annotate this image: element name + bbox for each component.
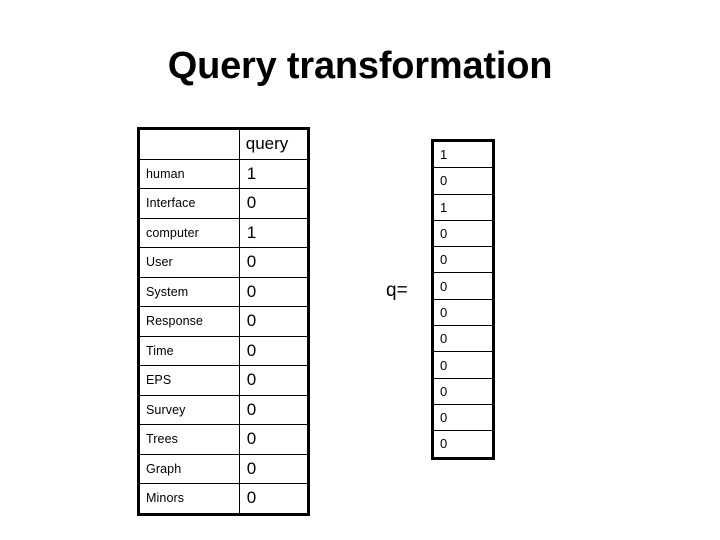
term-cell: System: [138, 276, 240, 307]
query-vector-cell: 0: [432, 219, 494, 248]
table-row: User 0: [138, 247, 310, 278]
term-cell: EPS: [138, 365, 240, 396]
term-value-cell: 0: [238, 424, 310, 455]
column-header-query: query: [238, 128, 310, 160]
table-row: Survey 0: [138, 394, 310, 425]
table-row: Graph 0: [138, 453, 310, 484]
term-value-cell: 0: [238, 276, 310, 307]
query-vector-cell: 0: [432, 246, 494, 274]
query-vector-label: q=: [386, 280, 408, 301]
query-vector-row: 0: [432, 351, 494, 379]
term-cell: Time: [138, 335, 240, 366]
term-cell: Minors: [138, 483, 240, 515]
query-vector-row: 0: [432, 298, 494, 327]
term-value-cell: 0: [238, 483, 310, 515]
query-vector: 101000000000: [431, 139, 495, 460]
term-value-cell: 0: [238, 365, 310, 396]
term-query-matrix: query human 1 Interface 0 computer 1 User 0 Syst…: [137, 127, 310, 516]
term-cell: Interface: [138, 188, 240, 219]
term-value-cell: 0: [238, 188, 310, 219]
term-value-cell: 0: [238, 335, 310, 366]
query-vector-row: 1: [432, 193, 494, 221]
term-cell: Survey: [138, 394, 240, 425]
query-vector-cell: 0: [432, 403, 494, 432]
table-row: Response 0: [138, 306, 310, 337]
term-cell: Trees: [138, 424, 240, 455]
query-vector-row: 0: [432, 246, 494, 274]
page-title: Query transformation: [167, 45, 553, 87]
term-value-cell: 0: [238, 394, 310, 425]
query-vector-row: 0: [432, 430, 494, 459]
query-vector-cell: 0: [432, 430, 494, 459]
table-row: Trees 0: [138, 424, 310, 455]
query-vector-cell: 0: [432, 377, 494, 405]
query-vector-row: 0: [432, 167, 494, 195]
table-row: Minors 0: [138, 483, 310, 515]
term-cell: human: [138, 158, 240, 189]
query-vector-cell: 1: [432, 193, 494, 221]
query-vector-cell: 0: [432, 351, 494, 379]
term-value-cell: 1: [238, 158, 310, 189]
query-vector-cell: 0: [432, 167, 494, 195]
query-vector-row: 0: [432, 325, 494, 353]
table-row: computer 1: [138, 217, 310, 248]
query-vector-cell: 1: [432, 139, 494, 169]
term-cell: Response: [138, 306, 240, 337]
term-value-cell: 0: [238, 306, 310, 337]
table-row: System 0: [138, 276, 310, 307]
query-vector-row: 1: [432, 139, 494, 169]
term-value-cell: 1: [238, 217, 310, 248]
term-cell: Graph: [138, 453, 240, 484]
table-header-row: query: [138, 128, 310, 160]
column-header-term: [138, 128, 240, 160]
query-vector-row: 0: [432, 377, 494, 405]
query-vector-cell: 0: [432, 272, 494, 300]
term-cell: User: [138, 247, 240, 278]
table-row: Interface 0: [138, 188, 310, 219]
query-vector-cell: 0: [432, 325, 494, 353]
term-cell: computer: [138, 217, 240, 248]
term-value-cell: 0: [238, 247, 310, 278]
table-row: human 1: [138, 158, 310, 189]
query-vector-row: 0: [432, 403, 494, 432]
query-vector-row: 0: [432, 219, 494, 248]
term-value-cell: 0: [238, 453, 310, 484]
query-vector-cell: 0: [432, 298, 494, 327]
table-row: Time 0: [138, 335, 310, 366]
table-row: EPS 0: [138, 365, 310, 396]
query-vector-row: 0: [432, 272, 494, 300]
